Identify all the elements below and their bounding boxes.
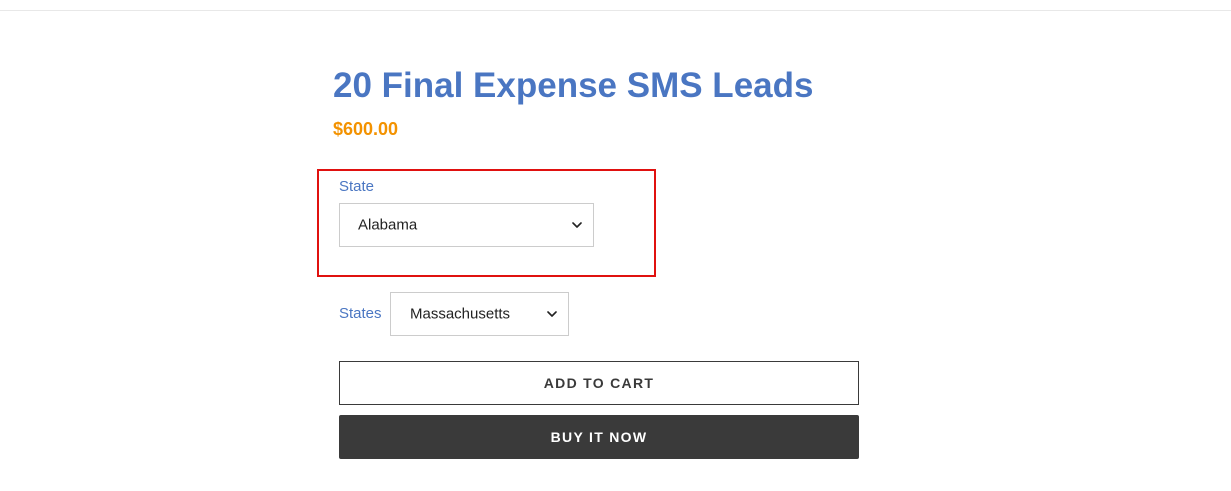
add-to-cart-button[interactable]: ADD TO CART bbox=[339, 361, 859, 405]
state-select[interactable]: Alabama bbox=[339, 203, 594, 247]
state-label: State bbox=[339, 178, 375, 195]
chevron-down-icon bbox=[547, 311, 557, 317]
buy-it-now-button[interactable]: BUY IT NOW bbox=[339, 415, 859, 459]
product-price: $600.00 bbox=[333, 119, 399, 139]
chevron-down-icon bbox=[572, 222, 582, 228]
states-label: States bbox=[339, 305, 382, 322]
states-select-value: Massachusetts bbox=[410, 305, 511, 323]
header-divider bbox=[0, 10, 1231, 11]
state-select-value: Alabama bbox=[358, 216, 418, 234]
states-select[interactable]: Massachusetts bbox=[390, 292, 569, 336]
product-title: 20 Final Expense SMS Leads bbox=[333, 66, 814, 105]
